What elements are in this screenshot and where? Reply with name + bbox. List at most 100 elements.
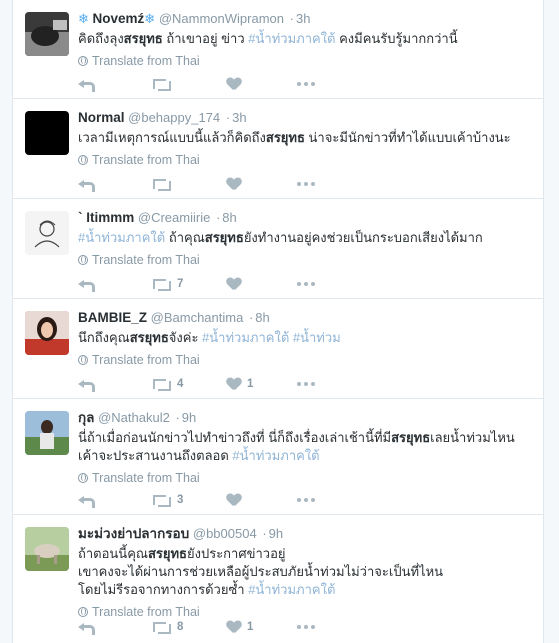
- avatar[interactable]: [25, 411, 69, 455]
- reply-button[interactable]: [78, 277, 130, 292]
- tweet[interactable]: มะม่วงย่าปลากรอบ @bb00504 · 9h ถ้าตอนนี้ค…: [13, 515, 543, 643]
- reply-button[interactable]: [78, 177, 130, 192]
- tweet-actions: 8 1: [78, 619, 321, 635]
- reply-icon: [78, 620, 95, 635]
- retweet-button[interactable]: 7: [152, 278, 227, 291]
- more-icon: [297, 182, 315, 186]
- translate-link[interactable]: Translate from Thai: [78, 153, 533, 167]
- hashtag-link[interactable]: #น้ำท่วมภาคใต้: [248, 31, 335, 46]
- tweet[interactable]: BAMBIE_Z @Bamchantima · 8h นึกถึงคุณสรยุท…: [13, 299, 543, 399]
- timestamp[interactable]: 3h: [232, 110, 246, 125]
- hashtag-link[interactable]: #น้ำท่วมภาคใต้: [202, 330, 289, 345]
- avatar[interactable]: [25, 211, 69, 255]
- avatar[interactable]: [25, 12, 69, 56]
- fullname[interactable]: มะม่วงย่าปลากรอบ: [78, 526, 189, 541]
- globe-icon: [78, 155, 88, 165]
- more-button[interactable]: [297, 82, 321, 86]
- timestamp[interactable]: 9h: [269, 526, 283, 541]
- retweet-icon: [152, 278, 171, 291]
- username[interactable]: @NammonWipramon: [159, 11, 284, 26]
- tweet[interactable]: กุล @Nathakul2 · 9h นี่ถ้าเมื่อก่อนนักข่า…: [13, 399, 543, 515]
- fullname[interactable]: ` Itimmm: [78, 210, 134, 225]
- tweet-text-segment: นี่ถ้าเมื่อก่อนนักข่าวไปทำข่าวถึงที่ นี่…: [78, 430, 392, 445]
- fullname[interactable]: Normal: [78, 110, 125, 125]
- more-button[interactable]: [297, 182, 321, 186]
- avatar[interactable]: [25, 527, 69, 571]
- tweet-actions: [78, 176, 321, 192]
- avatar[interactable]: [25, 111, 69, 155]
- tweet-header: มะม่วงย่าปลากรอบ @bb00504 · 9h: [78, 526, 284, 541]
- snowflake-icon: ❄: [144, 11, 156, 26]
- retweet-button[interactable]: [152, 78, 227, 91]
- highlighted-keyword: สรยุทธ: [265, 130, 305, 145]
- reply-button[interactable]: [78, 493, 130, 508]
- translate-link[interactable]: Translate from Thai: [78, 253, 533, 267]
- reply-icon: [78, 177, 95, 192]
- like-button[interactable]: [227, 178, 297, 191]
- more-button[interactable]: [297, 498, 321, 502]
- like-button[interactable]: [227, 278, 297, 291]
- timestamp[interactable]: 8h: [222, 210, 236, 225]
- more-button[interactable]: [297, 382, 321, 386]
- tweet-text: คิดถึงลุงสรยุทธ ถ้าเขาอยู่ ข่าว #น้ำท่วม…: [78, 30, 533, 48]
- tweet-text-segment: น่าจะมีนักข่าวที่ทำได้แบบเค้าบ้างนะ: [304, 130, 511, 145]
- heart-icon: [227, 178, 241, 191]
- tweet[interactable]: ❄ Novemź❄ @NammonWipramon · 3h คิดถึงลุงส…: [13, 0, 543, 99]
- username[interactable]: @Creamiirie: [138, 210, 210, 225]
- username[interactable]: @behappy_174: [128, 110, 220, 125]
- hashtag-link[interactable]: #น้ำท่วมภาคใต้: [248, 582, 335, 597]
- avatar-image: [25, 311, 69, 355]
- translate-link[interactable]: Translate from Thai: [78, 54, 533, 68]
- username[interactable]: @bb00504: [193, 526, 257, 541]
- more-icon: [297, 382, 315, 386]
- fullname[interactable]: BAMBIE_Z: [78, 310, 147, 325]
- translate-label: Translate from Thai: [92, 253, 200, 267]
- avatar[interactable]: [25, 311, 69, 355]
- retweet-icon: [152, 621, 171, 634]
- fullname[interactable]: กุล: [78, 410, 94, 425]
- timestamp[interactable]: 9h: [182, 410, 196, 425]
- hashtag-link[interactable]: #น้ำท่วมภาคใต้: [232, 448, 319, 463]
- tweet-text-segment: ถ้าคุณ: [165, 230, 205, 245]
- avatar-image: [25, 12, 69, 56]
- retweet-button[interactable]: 8: [152, 621, 227, 634]
- translate-link[interactable]: Translate from Thai: [78, 605, 533, 619]
- retweet-button[interactable]: 3: [152, 494, 227, 507]
- highlighted-keyword: สรยุทธ: [123, 31, 163, 46]
- more-button[interactable]: [297, 282, 321, 286]
- tweet-header: Normal @behappy_174 · 3h: [78, 110, 247, 125]
- translate-link[interactable]: Translate from Thai: [78, 353, 533, 367]
- hashtag-link[interactable]: #น้ำท่วม: [293, 330, 341, 345]
- retweet-button[interactable]: [152, 178, 227, 191]
- translate-link[interactable]: Translate from Thai: [78, 471, 533, 485]
- hashtag-link[interactable]: #น้ำท่วมภาคใต้: [78, 230, 165, 245]
- tweet-header: ❄ Novemź❄ @NammonWipramon · 3h: [78, 11, 311, 26]
- more-icon: [297, 625, 315, 629]
- retweet-count: 4: [177, 378, 184, 390]
- retweet-icon: [152, 78, 171, 91]
- globe-icon: [78, 56, 88, 66]
- tweet[interactable]: Normal @behappy_174 · 3h เวลามีเหตุการณ์แ…: [13, 99, 543, 199]
- tweet-actions: [78, 76, 321, 92]
- tweet[interactable]: ` Itimmm @Creamiirie · 8h #น้ำท่วมภาคใต้ …: [13, 199, 543, 299]
- reply-button[interactable]: [78, 77, 130, 92]
- like-button[interactable]: [227, 494, 297, 507]
- retweet-icon: [152, 494, 171, 507]
- timestamp[interactable]: 8h: [255, 310, 269, 325]
- reply-icon: [78, 377, 95, 392]
- like-button[interactable]: 1: [227, 621, 297, 634]
- more-button[interactable]: [297, 625, 321, 629]
- tweet-header: กุล @Nathakul2 · 9h: [78, 410, 197, 425]
- timestamp[interactable]: 3h: [296, 11, 310, 26]
- username[interactable]: @Nathakul2: [98, 410, 170, 425]
- translate-label: Translate from Thai: [92, 54, 200, 68]
- retweet-button[interactable]: 4: [152, 378, 227, 391]
- username[interactable]: @Bamchantima: [151, 310, 244, 325]
- like-button[interactable]: 1: [227, 378, 297, 391]
- reply-button[interactable]: [78, 620, 130, 635]
- tweet-text-segment: คงมีคนรับรู้มากกว่านี้: [335, 31, 458, 46]
- fullname[interactable]: Novemź: [93, 11, 145, 26]
- reply-button[interactable]: [78, 377, 130, 392]
- like-count: 1: [247, 621, 254, 633]
- like-button[interactable]: [227, 78, 297, 91]
